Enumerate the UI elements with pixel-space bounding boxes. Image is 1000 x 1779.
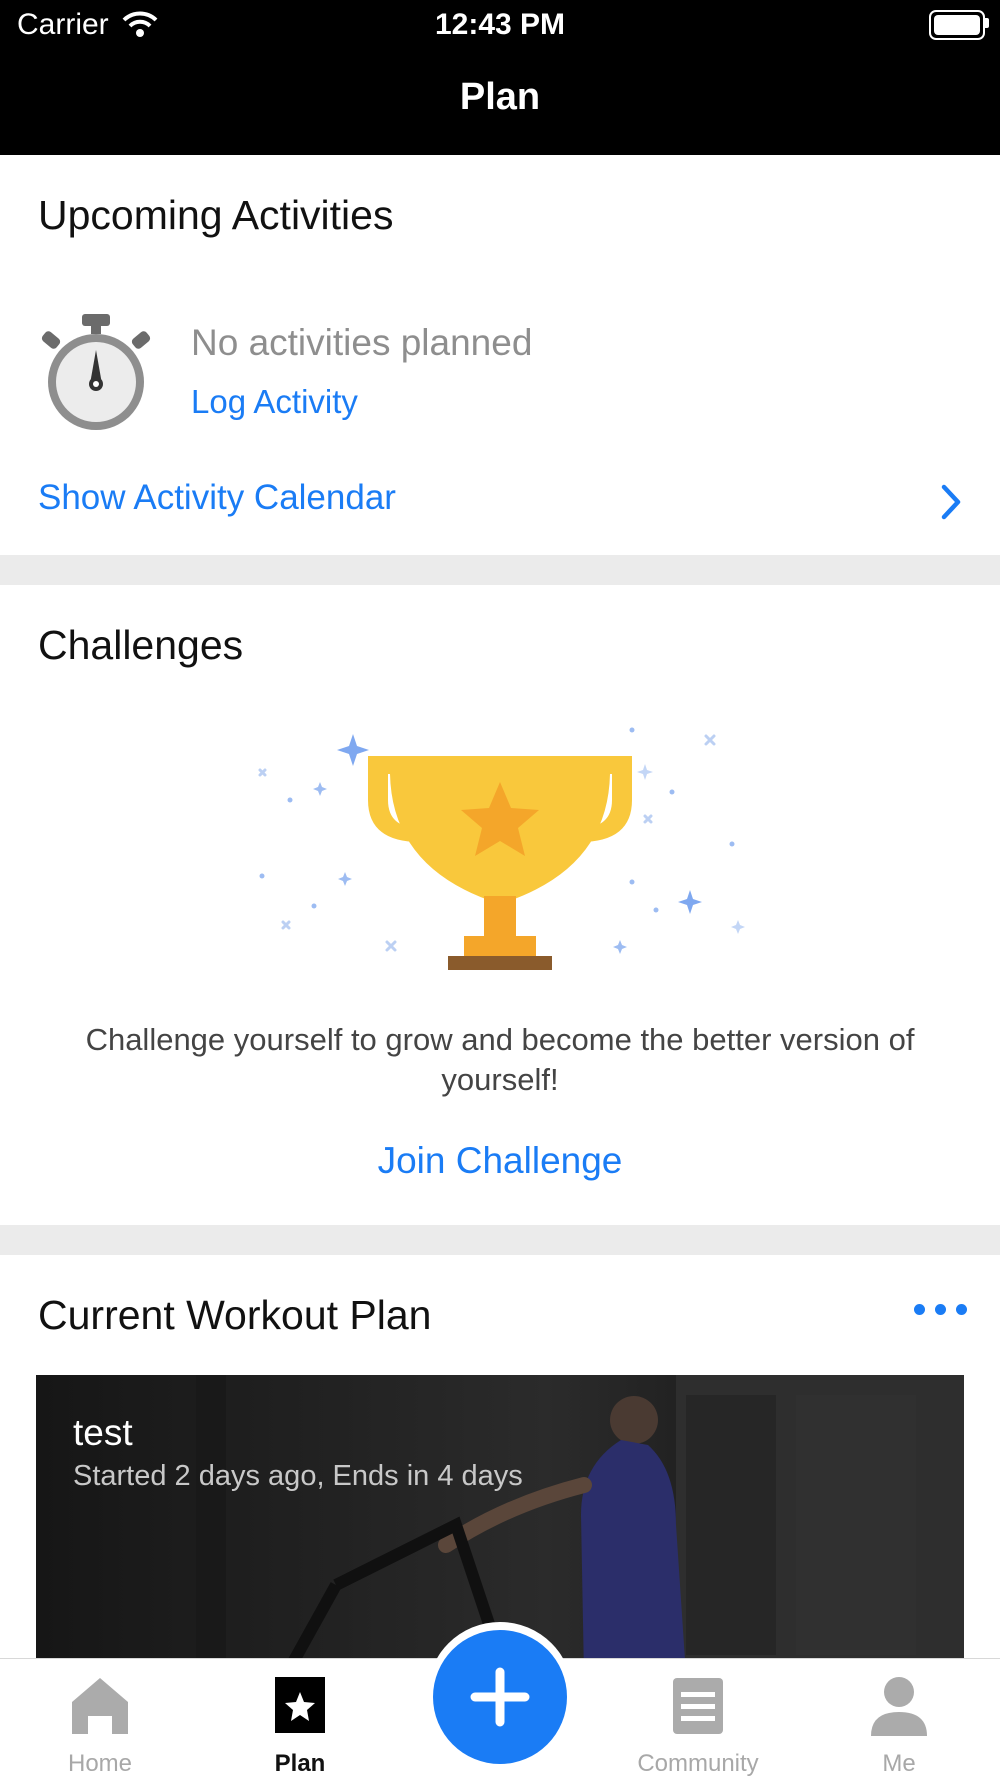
plan-star-icon [275, 1677, 325, 1733]
tab-me-label: Me [882, 1750, 916, 1777]
tab-community[interactable]: Community [618, 1672, 778, 1777]
home-icon [72, 1678, 128, 1734]
tab-plan-label: Plan [274, 1750, 326, 1777]
tab-plan[interactable]: Plan [220, 1672, 380, 1777]
workout-plan-title: Current Workout Plan [38, 1292, 432, 1338]
tab-me[interactable]: Me [819, 1672, 979, 1777]
page-title: Plan [459, 76, 541, 118]
plan-name: test [73, 1412, 133, 1453]
show-activity-calendar-link[interactable]: Show Activity Calendar [38, 478, 396, 518]
top-bar: Carrier 12:43 PM Plan [0, 0, 1000, 155]
join-challenge-button[interactable]: Join Challenge [0, 1140, 1000, 1182]
section-divider [0, 1225, 1000, 1255]
person-icon [871, 1677, 927, 1736]
stopwatch-icon [41, 314, 151, 430]
tab-home[interactable]: Home [20, 1672, 180, 1777]
log-activity-link[interactable]: Log Activity [191, 383, 358, 421]
chevron-right-icon[interactable] [940, 484, 962, 520]
plus-icon [470, 1667, 530, 1727]
battery-icon [929, 10, 985, 40]
plan-status: Started 2 days ago, Ends in 4 days [73, 1460, 523, 1492]
upcoming-activities-title: Upcoming Activities [38, 192, 394, 238]
battery-tip [985, 18, 989, 28]
challenges-title: Challenges [38, 622, 244, 668]
no-activities-text: No activities planned [191, 322, 533, 363]
tab-community-label: Community [637, 1750, 759, 1777]
add-button[interactable] [433, 1630, 567, 1764]
status-time: 12:43 PM [434, 8, 566, 41]
section-divider [0, 555, 1000, 585]
tab-home-label: Home [67, 1750, 133, 1777]
more-options-icon[interactable] [914, 1304, 967, 1315]
challenges-description: Challenge yourself to grow and become th… [85, 1022, 915, 1097]
community-icon [673, 1678, 723, 1734]
trophy-icon [258, 727, 745, 970]
